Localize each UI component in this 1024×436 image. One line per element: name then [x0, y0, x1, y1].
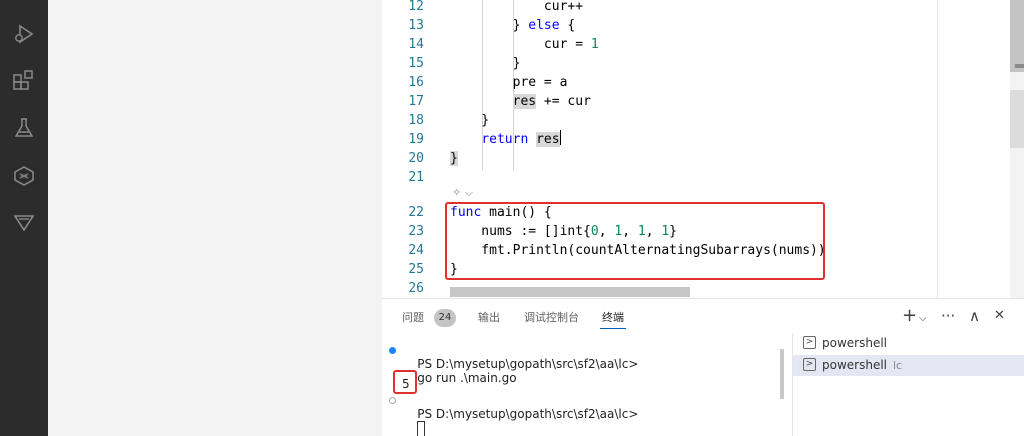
- editor-horizontal-scrollbar[interactable]: [450, 287, 690, 297]
- code-line[interactable]: 15 }: [382, 54, 1024, 73]
- code-line[interactable]: 21: [382, 168, 1024, 187]
- line-number: 19: [408, 132, 424, 147]
- line-number: 12: [408, 0, 424, 14]
- active-tab-indicator: [600, 328, 626, 329]
- extensions-icon[interactable]: [0, 62, 48, 98]
- code-line-current[interactable]: 19 return res: [382, 130, 1024, 149]
- terminal-prompt: PS D:\mysetup\gopath\src\sf2\aa\lc>: [417, 357, 639, 371]
- sparkle-icon[interactable]: ✧ ⌵: [452, 186, 473, 200]
- tab-terminal[interactable]: 终端: [602, 311, 624, 325]
- testing-icon[interactable]: [0, 110, 48, 146]
- line-number: 24: [408, 243, 424, 258]
- overview-ruler-mark: [1015, 64, 1024, 68]
- code-text: }: [450, 151, 458, 166]
- line-number: 25: [408, 262, 424, 277]
- terminal-list-item[interactable]: > powershell: [793, 333, 1024, 354]
- code-editor[interactable]: 12 cur++ 13 } else { 14 cur = 1 15 } 16 …: [382, 0, 1024, 298]
- terminal-cwd: lc: [893, 359, 903, 372]
- editor-vertical-scrollbar[interactable]: [1010, 0, 1024, 298]
- scrollbar-thumb[interactable]: [1010, 0, 1024, 72]
- line-number: 22: [408, 205, 424, 220]
- run-debug-icon[interactable]: [0, 16, 48, 52]
- line-number: 26: [408, 281, 424, 296]
- command-pending-dot[interactable]: [389, 397, 396, 404]
- bottom-panel: 问题 24 输出 调试控制台 终端 + ⌵ ··· ∧ ✕ PS D:\myse…: [382, 298, 1024, 436]
- more-actions-button[interactable]: ···: [941, 306, 955, 326]
- code-text: cur = 1: [450, 37, 599, 52]
- line-number: 20: [408, 151, 424, 166]
- gitlens-icon[interactable]: [0, 204, 48, 240]
- side-panel: [48, 0, 382, 436]
- code-line[interactable]: 14 cur = 1: [382, 35, 1024, 54]
- terminal-scrollbar[interactable]: [780, 349, 784, 399]
- terminal-name: powershell lc: [822, 358, 903, 372]
- terminal-name: powershell: [822, 336, 887, 350]
- tab-output[interactable]: 输出: [478, 311, 500, 325]
- code-line[interactable]: 20 }: [382, 149, 1024, 168]
- code-line[interactable]: 18 }: [382, 111, 1024, 130]
- line-number: 16: [408, 75, 424, 90]
- highlight-box-output: [393, 370, 417, 394]
- line-number: 21: [408, 170, 424, 185]
- terminal-icon: >: [803, 358, 816, 371]
- maximize-panel-button[interactable]: ∧: [969, 306, 980, 326]
- terminal-line: PS D:\mysetup\gopath\src\sf2\aa\lc> go r…: [402, 343, 638, 399]
- line-number: 18: [408, 113, 424, 128]
- chevron-down-icon[interactable]: ⌵: [919, 309, 927, 329]
- command-success-dot[interactable]: [389, 347, 396, 354]
- terminal-line[interactable]: PS D:\mysetup\gopath\src\sf2\aa\lc>: [402, 393, 638, 436]
- terminal-prompt: PS D:\mysetup\gopath\src\sf2\aa\lc>: [417, 407, 639, 421]
- code-text: }: [450, 56, 521, 71]
- line-number: 17: [408, 94, 424, 109]
- problems-count-badge: 24: [434, 309, 456, 327]
- line-number: 13: [408, 18, 424, 33]
- terminal-icon: >: [803, 336, 816, 349]
- add-terminal-button[interactable]: +: [902, 306, 917, 326]
- terminal-list-item[interactable]: > powershell lc: [793, 355, 1024, 376]
- code-text: pre = a: [450, 75, 568, 90]
- code-text: cur++: [450, 0, 584, 14]
- code-text: return res: [481, 130, 561, 147]
- remote-icon[interactable]: [0, 158, 48, 194]
- line-number: 23: [408, 224, 424, 239]
- tab-problems[interactable]: 问题: [402, 311, 424, 325]
- line-number: 15: [408, 56, 424, 71]
- terminal-list: > powershell > powershell lc: [792, 333, 1024, 436]
- code-line[interactable]: 17 res += cur: [382, 92, 1024, 111]
- line-number: 14: [408, 37, 424, 52]
- code-text: res += cur: [512, 94, 591, 109]
- highlight-box-main-func: [445, 202, 825, 280]
- code-line[interactable]: 16 pre = a: [382, 73, 1024, 92]
- tab-debug-console[interactable]: 调试控制台: [524, 311, 579, 325]
- scrollbar-track-region: [1010, 90, 1024, 148]
- activity-bar: [0, 0, 48, 436]
- terminal-cursor: [417, 421, 426, 436]
- code-text: } else {: [450, 18, 576, 33]
- terminal-command: go run .\main.go: [417, 371, 517, 385]
- close-panel-button[interactable]: ✕: [994, 306, 1005, 326]
- code-line[interactable]: 12 cur++: [382, 0, 1024, 16]
- code-line[interactable]: 13 } else {: [382, 16, 1024, 35]
- code-text: }: [450, 113, 490, 128]
